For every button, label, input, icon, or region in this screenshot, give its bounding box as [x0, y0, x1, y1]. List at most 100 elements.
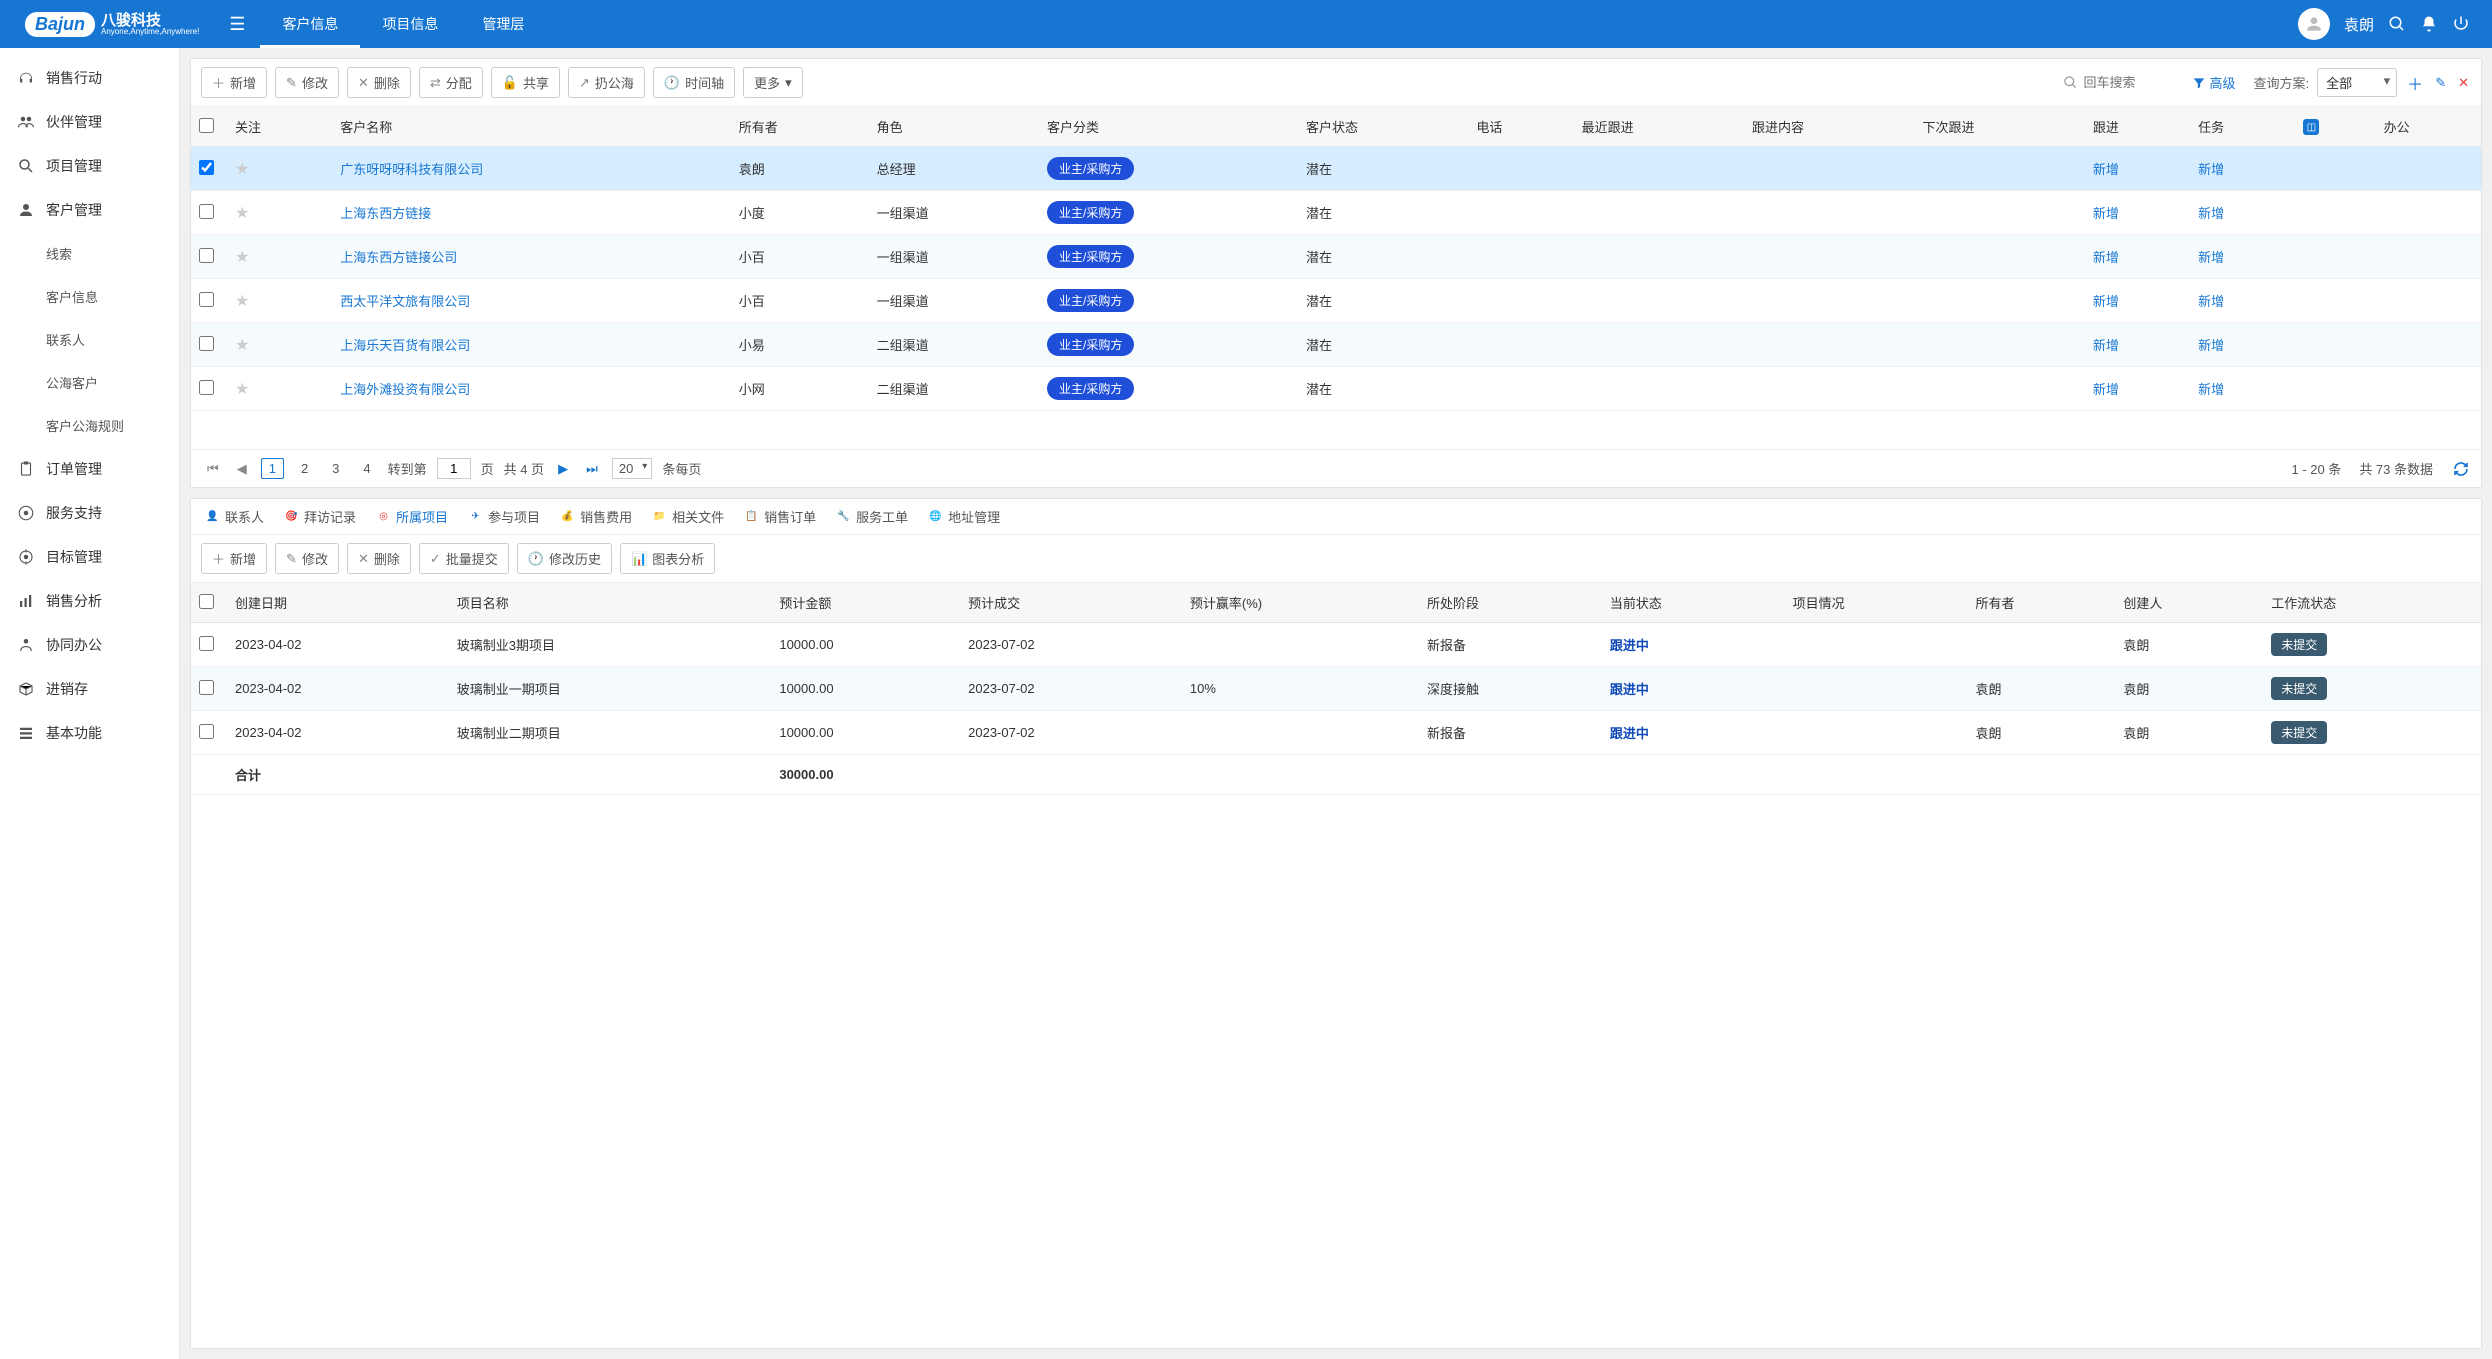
page-size-select[interactable]: 20	[612, 458, 652, 479]
row-checkbox[interactable]	[199, 292, 214, 307]
table-row[interactable]: ★ 上海东西方链接公司 小百 一组渠道 业主/采购方 潜在 新增 新增	[191, 235, 2481, 279]
detail-column-header[interactable]: 创建日期	[227, 583, 449, 623]
table-row[interactable]: ★ 上海乐天百货有限公司 小易 二组渠道 业主/采购方 潜在 新增 新增	[191, 323, 2481, 367]
refresh-icon[interactable]	[2453, 461, 2469, 477]
power-icon[interactable]	[2452, 15, 2470, 33]
star-icon[interactable]: ★	[235, 205, 249, 222]
column-header[interactable]: ◫	[2295, 107, 2375, 147]
star-icon[interactable]: ★	[235, 293, 249, 310]
detail-select-all[interactable]	[199, 594, 214, 609]
column-header[interactable]: 客户名称	[332, 107, 730, 147]
sidebar-sub-item[interactable]: 客户公海规则	[0, 404, 179, 447]
page-number[interactable]: 1	[261, 458, 284, 479]
prev-page-button[interactable]: ◀	[233, 459, 251, 479]
扔公海-button[interactable]: ↗扔公海	[568, 67, 645, 98]
customer-name-link[interactable]: 上海乐天百货有限公司	[340, 338, 470, 353]
sidebar-item[interactable]: 项目管理	[0, 144, 179, 188]
table-row[interactable]: ★ 上海东西方链接 小度 一组渠道 业主/采购方 潜在 新增 新增	[191, 191, 2481, 235]
customer-name-link[interactable]: 上海外滩投资有限公司	[340, 382, 470, 397]
column-header[interactable]: 最近跟进	[1574, 107, 1744, 147]
search-icon[interactable]	[2388, 15, 2406, 33]
新增-button[interactable]: ＋新增	[201, 67, 267, 98]
follow-link[interactable]: 新增	[2093, 294, 2119, 309]
task-link[interactable]: 新增	[2198, 206, 2224, 221]
goto-page-input[interactable]	[437, 458, 471, 479]
row-checkbox[interactable]	[199, 248, 214, 263]
修改-button[interactable]: ✎修改	[275, 67, 339, 98]
select-all-checkbox[interactable]	[199, 118, 214, 133]
top-nav-item[interactable]: 项目信息	[360, 0, 460, 48]
add-scheme-icon[interactable]: ＋	[2405, 69, 2425, 97]
新增-button[interactable]: ＋新增	[201, 543, 267, 574]
sidebar-item[interactable]: 客户管理	[0, 188, 179, 232]
detail-tab[interactable]: 📋销售订单	[744, 507, 816, 526]
task-link[interactable]: 新增	[2198, 382, 2224, 397]
row-checkbox[interactable]	[199, 336, 214, 351]
detail-column-header[interactable]: 预计赢率(%)	[1182, 583, 1419, 623]
search-input[interactable]	[2084, 75, 2184, 90]
project-row-checkbox[interactable]	[199, 724, 214, 739]
page-number[interactable]: 2	[294, 459, 315, 478]
detail-tab[interactable]: 🎯拜访记录	[284, 507, 356, 526]
customer-name-link[interactable]: 广东呀呀呀科技有限公司	[340, 162, 483, 177]
detail-table-wrap[interactable]: 创建日期项目名称预计金额预计成交预计赢率(%)所处阶段当前状态项目情况所有者创建…	[191, 583, 2481, 1348]
sidebar-item[interactable]: 服务支持	[0, 491, 179, 535]
时间轴-button[interactable]: 🕐时间轴	[653, 67, 735, 98]
advanced-filter-link[interactable]: 高级	[2192, 73, 2236, 92]
detail-tab[interactable]: 👤联系人	[205, 507, 264, 526]
sidebar-item[interactable]: 销售行动	[0, 56, 179, 100]
task-link[interactable]: 新增	[2198, 294, 2224, 309]
删除-button[interactable]: ✕删除	[347, 543, 411, 574]
star-icon[interactable]: ★	[235, 337, 249, 354]
follow-link[interactable]: 新增	[2093, 162, 2119, 177]
row-checkbox[interactable]	[199, 160, 214, 175]
sidebar-sub-item[interactable]: 线索	[0, 232, 179, 275]
删除-button[interactable]: ✕删除	[347, 67, 411, 98]
sidebar-item[interactable]: 基本功能	[0, 711, 179, 755]
delete-scheme-icon[interactable]: ✕	[2456, 73, 2471, 93]
column-header[interactable]: 跟进内容	[1744, 107, 1914, 147]
follow-link[interactable]: 新增	[2093, 206, 2119, 221]
column-header[interactable]: 所有者	[731, 107, 869, 147]
column-header[interactable]: 客户状态	[1298, 107, 1468, 147]
query-scheme-select[interactable]: 全部	[2317, 68, 2397, 97]
page-number[interactable]: 3	[325, 459, 346, 478]
column-header[interactable]: 客户分类	[1039, 107, 1298, 147]
detail-column-header[interactable]: 工作流状态	[2263, 583, 2481, 623]
star-icon[interactable]: ★	[235, 249, 249, 266]
first-page-button[interactable]: ⏮	[203, 459, 223, 479]
detail-column-header[interactable]: 所处阶段	[1419, 583, 1602, 623]
next-page-button[interactable]: ▶	[554, 459, 572, 479]
sidebar-sub-item[interactable]: 联系人	[0, 318, 179, 361]
修改历史-button[interactable]: 🕐修改历史	[517, 543, 612, 574]
column-header[interactable]: 角色	[869, 107, 1039, 147]
project-row[interactable]: 2023-04-02 玻璃制业3期项目 10000.00 2023-07-02 …	[191, 623, 2481, 667]
customer-name-link[interactable]: 西太平洋文旅有限公司	[340, 294, 470, 309]
共享-button[interactable]: 🔓共享	[491, 67, 560, 98]
detail-tab[interactable]: 🔧服务工单	[836, 507, 908, 526]
customer-name-link[interactable]: 上海东西方链接公司	[340, 250, 457, 265]
sidebar-item[interactable]: 进销存	[0, 667, 179, 711]
column-header[interactable]: 任务	[2190, 107, 2295, 147]
detail-column-header[interactable]: 当前状态	[1602, 583, 1785, 623]
top-nav-item[interactable]: 客户信息	[260, 0, 360, 48]
detail-column-header[interactable]: 所有者	[1967, 583, 2115, 623]
avatar[interactable]	[2298, 8, 2330, 40]
column-header[interactable]: 下次跟进	[1914, 107, 2084, 147]
project-row-checkbox[interactable]	[199, 636, 214, 651]
row-checkbox[interactable]	[199, 380, 214, 395]
detail-column-header[interactable]: 项目名称	[449, 583, 772, 623]
table-row[interactable]: ★ 广东呀呀呀科技有限公司 袁朗 总经理 业主/采购方 潜在 新增 新增	[191, 147, 2481, 191]
修改-button[interactable]: ✎修改	[275, 543, 339, 574]
star-icon[interactable]: ★	[235, 381, 249, 398]
menu-toggle-icon[interactable]: ☰	[214, 14, 260, 35]
sidebar-item[interactable]: 目标管理	[0, 535, 179, 579]
sidebar-sub-item[interactable]: 公海客户	[0, 361, 179, 404]
bell-icon[interactable]	[2420, 15, 2438, 33]
column-header[interactable]: 办公	[2376, 107, 2481, 147]
top-nav-item[interactable]: 管理层	[460, 0, 546, 48]
project-row-checkbox[interactable]	[199, 680, 214, 695]
customer-name-link[interactable]: 上海东西方链接	[340, 206, 431, 221]
detail-tab[interactable]: 💰销售费用	[560, 507, 632, 526]
分配-button[interactable]: ⇄分配	[419, 67, 483, 98]
